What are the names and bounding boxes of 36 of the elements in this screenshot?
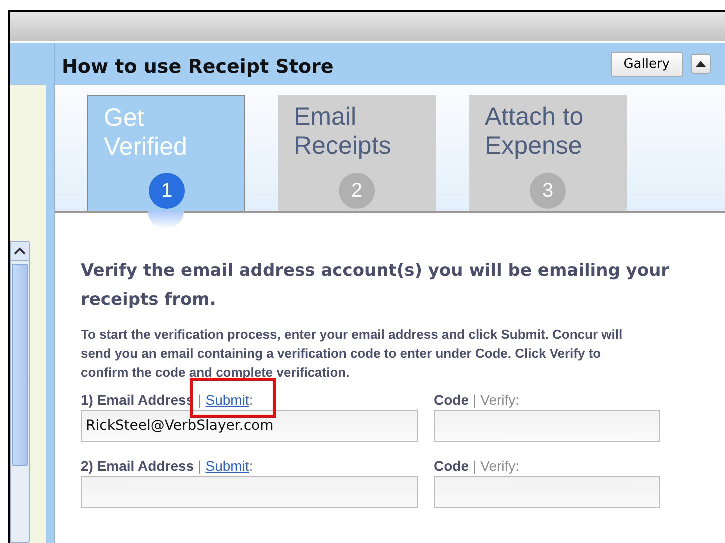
separator-text: | — [473, 458, 477, 474]
verify-label: Verify: — [480, 392, 520, 408]
scrollbar[interactable] — [10, 241, 30, 543]
gallery-button[interactable]: Gallery — [610, 52, 683, 76]
step-number: 3 — [530, 173, 566, 209]
step-tab[interactable]: Attach to Expense 3 — [469, 95, 627, 211]
field-label: Code — [434, 392, 469, 408]
colon-text: : — [249, 392, 254, 408]
step-label: Attach to Expense — [485, 103, 585, 161]
scroll-up-button[interactable] — [11, 242, 29, 261]
submit-link[interactable]: Submit — [206, 392, 250, 408]
code-input[interactable] — [434, 410, 660, 442]
instructions-text: To start the verification process, enter your email address and click Submit. Concur will send you an email containing a verification code to enter under Code. Click Verify to confirm the code and complete verification. — [81, 326, 624, 382]
code-input[interactable] — [434, 476, 660, 508]
scroll-thumb[interactable] — [12, 264, 28, 466]
step-number: 2 — [339, 173, 375, 209]
email-input[interactable] — [81, 476, 418, 508]
step-tab[interactable]: Email Receipts 2 — [278, 95, 436, 211]
separator-text: | — [473, 392, 477, 408]
field-label: 2) Email Address — [81, 458, 194, 474]
submit-link[interactable]: Submit — [206, 458, 250, 474]
step-label: Get Verified — [104, 104, 188, 162]
caret-up-icon — [696, 61, 706, 67]
field-label: Code — [434, 458, 469, 474]
panel-title: How to use Receipt Store — [62, 55, 335, 78]
separator-text: | — [198, 458, 202, 474]
verify-label: Verify: — [480, 458, 520, 474]
section-heading: Verify the email address account(s) you will be emailing your receipts from. — [81, 260, 671, 312]
colon-text: : — [249, 458, 254, 474]
step-tab[interactable]: Get Verified 1 — [87, 95, 245, 211]
separator-text: | — [198, 392, 202, 408]
step-label: Email Receipts — [294, 103, 392, 161]
step-number: 1 — [149, 173, 185, 209]
caret-up-icon — [14, 247, 26, 255]
email-input[interactable]: RickSteel@VerbSlayer.com — [81, 410, 418, 442]
collapse-button[interactable] — [691, 54, 711, 74]
